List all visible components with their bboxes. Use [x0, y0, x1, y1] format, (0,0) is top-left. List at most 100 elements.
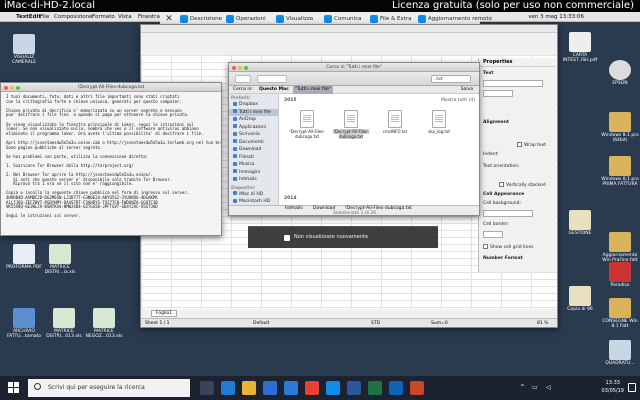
section-number-format[interactable]: Number Format	[483, 256, 523, 261]
explorer-icon[interactable]	[242, 381, 256, 395]
sheet-tab[interactable]: Foglio1	[151, 310, 177, 317]
folder-icon	[370, 15, 378, 23]
vertically-stacked-checkbox[interactable]	[499, 182, 504, 187]
tray-chevron-icon[interactable]: ^	[520, 384, 525, 391]
background-select[interactable]	[483, 210, 533, 217]
desktop-icon-matrice-3[interactable]: MATRICE NEGOZ...013.xls	[84, 308, 124, 339]
sidebar-item-pictures[interactable]: Immagini	[229, 169, 278, 177]
folder-icon	[609, 340, 631, 360]
document-title: !Decrypt-All-Files-dubcoga.txt	[77, 85, 145, 90]
file-item[interactable]: skp_log.txt	[420, 110, 458, 135]
menu-finestra[interactable]: Finestra	[138, 12, 160, 22]
sidebar-item-all-files[interactable]: Tutti i miei file	[229, 108, 278, 116]
word-icon[interactable]	[347, 381, 361, 395]
windows-start-icon[interactable]	[8, 382, 20, 394]
teamviewer-icon[interactable]	[326, 381, 340, 395]
dont-show-again-checkbox[interactable]	[284, 235, 290, 241]
download-icon	[233, 146, 237, 151]
sidebar-item-imac[interactable]: iMac di HD	[229, 191, 278, 199]
vm-icon	[609, 156, 631, 176]
sidebar-item-dropbox[interactable]: Dropbox	[229, 101, 278, 109]
scope-label: Cerca in:	[233, 87, 253, 92]
path-bar: hdmails Download !Decrypt-All-Files-dubc…	[229, 205, 479, 215]
desktop-icon-win81[interactable]: Windows 8.1 pro (64bit)	[600, 112, 640, 143]
sidebar-item-hdmails[interactable]: hdmails	[229, 176, 278, 184]
sidebar-item-music[interactable]: Musica	[229, 161, 278, 169]
file-item-selected[interactable]: !Decrypt-All-Files-dubcoga.txt	[332, 110, 370, 139]
powerpoint-icon[interactable]	[410, 381, 424, 395]
section-alignment[interactable]: Alignment	[483, 120, 509, 125]
toolbar-comunica[interactable]: Comunica	[324, 14, 361, 24]
desktop-icon-archivio[interactable]: ARCHIVIO FATTU...tomato	[4, 308, 44, 339]
document-icon	[569, 210, 591, 230]
save-search-button[interactable]: Salva	[461, 86, 473, 94]
document-text[interactable]: I tuoi documenti, foto, dati e altri fil…	[1, 92, 221, 222]
finder-results: 2015 Mostra tutti (4) !Decrypt-All-Files…	[280, 94, 479, 205]
desktop-icon-matrice-1[interactable]: MATRICE DISTRI...ia.xls	[40, 244, 80, 275]
notification-icon[interactable]	[628, 383, 636, 392]
network-icon[interactable]: ▭	[532, 384, 538, 391]
section-text[interactable]: Text	[483, 71, 494, 76]
task-view-icon[interactable]	[200, 381, 214, 395]
status-zoom[interactable]: 81 %	[537, 321, 548, 326]
font-size-field[interactable]	[483, 90, 513, 97]
menu-file[interactable]: File	[40, 12, 49, 22]
search-input[interactable]: .txt	[431, 75, 471, 83]
sidebar-item-applications[interactable]: Applicazioni	[229, 124, 278, 132]
show-grid-checkbox[interactable]	[483, 244, 488, 249]
vertically-stacked-option[interactable]: Vertically stacked	[499, 182, 546, 188]
desktop-icon-visualiz[interactable]: VISUALIZ CAMERALE	[4, 34, 44, 65]
toolbar-aggiornamento[interactable]: Aggiornamento remoto	[418, 14, 492, 24]
menu-textedit[interactable]: TextEdit	[16, 12, 41, 22]
mail-icon[interactable]	[284, 381, 298, 395]
desktop-icon-consegne[interactable]: CONSEGNE Win 8.1 Fatt	[600, 298, 640, 329]
back-forward-button[interactable]	[235, 75, 251, 83]
menu-formato[interactable]: Formato	[92, 12, 115, 22]
edge-icon[interactable]	[221, 381, 235, 395]
excel-icon[interactable]	[368, 381, 382, 395]
scope-all-files[interactable]: "Tutti i miei file"	[293, 86, 333, 94]
desktop-icon-quadratu[interactable]: QUADRATU...	[600, 340, 640, 366]
desktop-icon-carta[interactable]: CARTA INTEST..ISH.pdf	[560, 32, 600, 63]
textedit-title-bar[interactable]: !Decrypt-All-Files-dubcoga.txt	[1, 83, 221, 92]
taskbar-clock[interactable]: 13:33 03/05/19	[602, 379, 624, 395]
sidebar-item-desktop[interactable]: Scrivania	[229, 131, 278, 139]
volume-icon[interactable]: ◁	[546, 384, 551, 391]
font-name-field[interactable]	[483, 80, 543, 87]
desktop-icon-gestione[interactable]: GESTIONE	[560, 210, 600, 236]
file-item[interactable]: cmsINFO.txt	[376, 110, 414, 135]
border-select[interactable]	[483, 231, 503, 238]
wrap-text-checkbox[interactable]	[517, 142, 522, 147]
taskbar-search-box[interactable]: Scrivi qui per eseguire la ricerca	[28, 379, 190, 397]
toolbar-file-extra[interactable]: File & Extra	[370, 14, 412, 24]
sidebar-item-documents[interactable]: Documenti	[229, 139, 278, 147]
sidebar-item-movies[interactable]: Filmati	[229, 154, 278, 162]
desktop-icon-paradiso[interactable]: Paradiso	[600, 262, 640, 288]
menu-composizione[interactable]: Composizione	[54, 12, 92, 22]
scope-this-mac[interactable]: Questo Mac	[259, 86, 289, 94]
file-item[interactable]: !Decrypt-All-Files-dubcoga.txt	[288, 110, 326, 139]
desktop-icon-copia[interactable]: Copia di 96	[560, 286, 600, 312]
desktop-icon-win81-prima[interactable]: Windows 8.1 pro PRIMA FATTURA	[600, 156, 640, 187]
toolbar-descrizione[interactable]: Descrizione	[180, 14, 222, 24]
view-mode-button[interactable]	[257, 75, 287, 83]
section-cell-appearance[interactable]: Cell Appearance	[483, 192, 524, 197]
desktop-icon-aggiornamento[interactable]: Aggiornamento Win PraFine fatt	[600, 232, 640, 263]
finder-title-bar[interactable]: Cerca in "Tutti i miei file"	[229, 63, 479, 72]
sidebar-item-downloads[interactable]: Download	[229, 146, 278, 154]
show-all-link[interactable]: Mostra tutti (4)	[441, 98, 475, 103]
path-hdmails[interactable]: hdmails	[285, 206, 303, 211]
menu-vista[interactable]: Vista	[118, 12, 132, 22]
sidebar-item-airdrop[interactable]: AirDrop	[229, 116, 278, 124]
wrap-text-option[interactable]: Wrap text	[517, 142, 546, 148]
show-grid-option[interactable]: Show cell grid lines	[483, 244, 533, 250]
desktop-icon-proforma[interactable]: PROFORMA PDF	[4, 244, 44, 270]
desktop-icon-epson[interactable]: EPSON	[600, 60, 640, 86]
chrome-icon[interactable]	[305, 381, 319, 395]
outlook-icon[interactable]	[389, 381, 403, 395]
desktop-icon-matrice-2[interactable]: MATRICE DISTRI...013.xls	[44, 308, 84, 339]
close-session-icon[interactable]: ✕	[164, 14, 174, 24]
toolbar-operazioni[interactable]: Operazioni	[226, 14, 266, 24]
store-icon[interactable]	[263, 381, 277, 395]
toolbar-visualizza[interactable]: Visualizza	[276, 14, 313, 24]
